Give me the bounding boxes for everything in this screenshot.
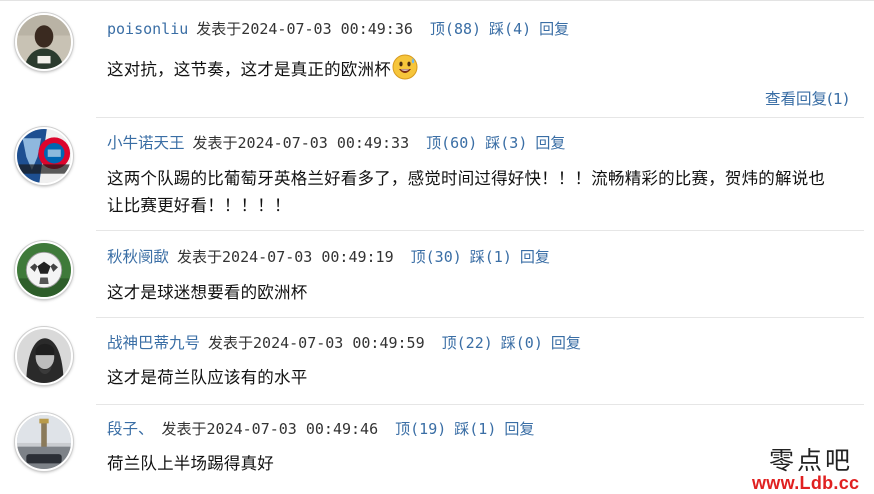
posted-label: 发表于 — [161, 420, 207, 438]
posted-label: 发表于 — [177, 248, 223, 266]
comment-divider — [96, 317, 864, 318]
comment-list: poisonliu 发表于2024-07-03 00:49:36 顶(88) 踩(4… — [0, 0, 874, 494]
post-datetime: 2024-07-03 00:49:36 — [241, 20, 413, 38]
username-link[interactable]: 小牛诺天王 — [107, 134, 185, 152]
downvote-link[interactable]: 踩(4) — [489, 20, 531, 38]
user-avatar[interactable] — [15, 327, 73, 385]
downvote-link[interactable]: 踩(0) — [501, 334, 543, 352]
username-link[interactable]: 段子、 — [107, 420, 154, 438]
downvote-link[interactable]: 踩(1) — [470, 248, 512, 266]
comment-meta: 秋秋阌歃 发表于2024-07-03 00:49:19 顶(30) 踩(1) 回复 — [107, 246, 550, 268]
comment-text: 这才是球迷想要看的欧洲杯 — [107, 279, 864, 306]
avatar-soccer-ball-icon — [17, 243, 71, 297]
reply-link[interactable]: 回复 — [535, 134, 565, 152]
downvote-link[interactable]: 踩(1) — [454, 420, 496, 438]
username-link[interactable]: poisonliu — [107, 20, 188, 38]
comment-divider — [96, 230, 864, 231]
post-datetime: 2024-07-03 00:49:33 — [237, 134, 410, 152]
comment-meta: poisonliu 发表于2024-07-03 00:49:36 顶(88) 踩(4… — [107, 18, 569, 40]
comment-text: 这才是荷兰队应该有的水平 — [107, 364, 864, 391]
avatar-portrait-icon — [17, 15, 71, 69]
upvote-link[interactable]: 顶(88) — [430, 20, 481, 38]
posted-label: 发表于 — [192, 134, 238, 152]
watermark-url: www.Ldb.cc — [752, 473, 860, 493]
post-datetime: 2024-07-03 00:49:46 — [206, 420, 379, 438]
upvote-link[interactable]: 顶(22) — [442, 334, 493, 352]
comment-body: 这对抗，这节奏，这才是真正的欧洲杯 — [107, 60, 391, 79]
user-avatar[interactable] — [15, 13, 73, 71]
reply-link[interactable]: 回复 — [504, 420, 534, 438]
username-link[interactable]: 战神巴蒂九号 — [107, 334, 200, 352]
view-replies-link[interactable]: 查看回复(1) — [765, 87, 849, 109]
comment-text: 这两个队踢的比葡萄牙英格兰好看多了，感觉时间过得好快！！！流畅精彩的比赛，贺炜的… — [107, 165, 864, 219]
user-avatar[interactable] — [15, 413, 73, 471]
post-datetime: 2024-07-03 00:49:19 — [222, 248, 394, 266]
downvote-link[interactable]: 踩(3) — [485, 134, 527, 152]
comment-body-line: 让比赛更好看！！！！！ — [107, 196, 291, 215]
comment-body: 荷兰队上半场踢得真好 — [107, 454, 274, 473]
comment-text: 荷兰队上半场踢得真好 — [107, 450, 864, 477]
comment-body: 这才是荷兰队应该有的水平 — [107, 368, 308, 387]
comment-divider — [96, 117, 864, 118]
reply-link[interactable]: 回复 — [539, 20, 569, 38]
upvote-link[interactable]: 顶(19) — [395, 420, 446, 438]
post-datetime: 2024-07-03 00:49:59 — [253, 334, 425, 352]
comment-text: 这对抗，这节奏，这才是真正的欧洲杯 — [107, 54, 864, 83]
posted-label: 发表于 — [208, 334, 254, 352]
posted-label: 发表于 — [196, 20, 242, 38]
avatar-portrait-icon — [17, 329, 71, 383]
comment-meta: 小牛诺天王 发表于2024-07-03 00:49:33 顶(60) 踩(3) 回复 — [107, 132, 565, 154]
upvote-link[interactable]: 顶(30) — [411, 248, 462, 266]
username-link[interactable]: 秋秋阌歃 — [107, 248, 169, 266]
upvote-link[interactable]: 顶(60) — [426, 134, 477, 152]
comment-body: 这才是球迷想要看的欧洲杯 — [107, 283, 308, 302]
comment-meta: 段子、 发表于2024-07-03 00:49:46 顶(19) 踩(1) 回复 — [107, 418, 534, 440]
avatar-landscape-icon — [17, 415, 71, 469]
watermark-site-name: 零点吧 — [769, 446, 854, 475]
avatar-team-logos-icon — [17, 129, 71, 183]
comment-meta: 战神巴蒂九号 发表于2024-07-03 00:49:59 顶(22) 踩(0) 回复 — [107, 332, 581, 354]
user-avatar[interactable] — [15, 127, 73, 185]
top-border — [0, 0, 874, 1]
comment-body-line: 这两个队踢的比葡萄牙英格兰好看多了，感觉时间过得好快！！！流畅精彩的比赛，贺炜的… — [107, 169, 826, 188]
user-avatar[interactable] — [15, 241, 73, 299]
reply-link[interactable]: 回复 — [551, 334, 581, 352]
reply-link[interactable]: 回复 — [520, 248, 550, 266]
comment-divider — [96, 404, 864, 405]
grinning-sweat-emoji-icon — [392, 54, 418, 80]
